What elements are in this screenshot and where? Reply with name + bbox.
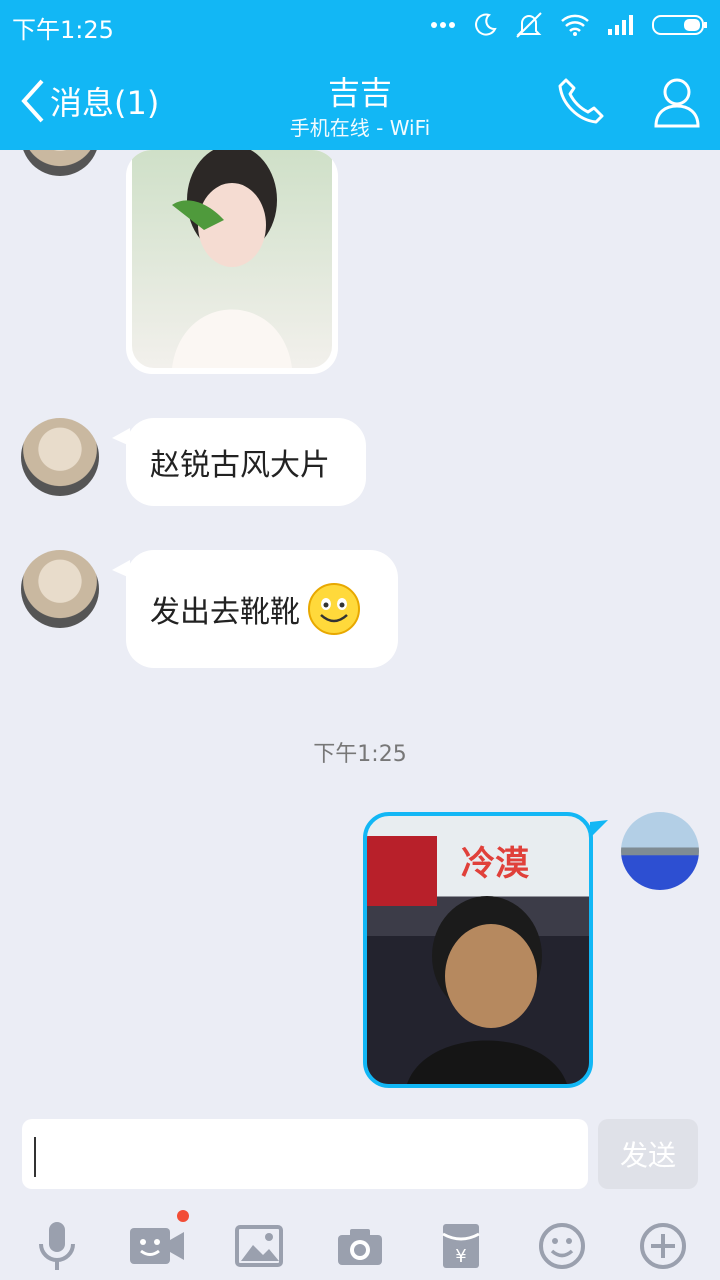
- battery-icon: [652, 15, 707, 35]
- video-icon[interactable]: [127, 1210, 189, 1276]
- red-packet-icon[interactable]: ¥: [431, 1216, 491, 1276]
- image-icon[interactable]: [229, 1216, 289, 1276]
- camera-icon[interactable]: [330, 1216, 390, 1276]
- portrait-image: [172, 150, 292, 368]
- photo-image: [132, 150, 332, 368]
- contact-avatar[interactable]: [21, 150, 99, 176]
- status-bar: 下午1:25: [0, 0, 720, 50]
- composer: 发送 ¥: [0, 1105, 720, 1280]
- text-message[interactable]: 发出去靴靴: [112, 550, 398, 668]
- bubble-tail: [112, 560, 130, 578]
- contact-avatar[interactable]: [21, 418, 99, 496]
- bubble-tail-me: [590, 820, 608, 838]
- contact-avatar[interactable]: [21, 550, 99, 628]
- more-dots-icon: [431, 22, 455, 28]
- message-input[interactable]: [22, 1119, 588, 1189]
- microphone-icon[interactable]: [27, 1216, 87, 1276]
- nav-actions: [556, 76, 702, 128]
- send-button[interactable]: 发送: [598, 1119, 698, 1189]
- top-bar: 下午1:25 消息(1) 吉吉 手机在线 - WiFi: [0, 0, 720, 150]
- bubble-tail: [112, 428, 130, 446]
- plus-icon[interactable]: [633, 1216, 693, 1276]
- composer-toolbar: ¥: [0, 1210, 720, 1280]
- text-caret: [34, 1137, 36, 1177]
- svg-text:¥: ¥: [455, 1246, 466, 1267]
- status-icons: [430, 10, 708, 40]
- message-timestamp: 下午1:25: [313, 742, 407, 767]
- my-avatar[interactable]: [621, 812, 699, 890]
- phone-call-icon[interactable]: [556, 76, 606, 126]
- status-time: 下午1:25: [12, 16, 114, 44]
- mute-icon: [516, 12, 542, 38]
- message-list: 赵锐古风大片 发出去靴靴 下午1:25 冷漠: [0, 150, 720, 1105]
- wifi-icon: [561, 14, 589, 36]
- moon-icon: [475, 13, 497, 36]
- notification-dot: [177, 1210, 189, 1222]
- emoji-icon[interactable]: [532, 1216, 592, 1276]
- image-message-me[interactable]: 冷漠: [363, 812, 593, 1088]
- profile-icon[interactable]: [652, 76, 702, 128]
- message-text: 发出去靴靴: [150, 595, 300, 630]
- message-text: 赵锐古风大片: [150, 448, 330, 483]
- image-caption: 冷漠: [461, 844, 529, 884]
- nav-bar: 消息(1) 吉吉 手机在线 - WiFi: [0, 58, 720, 148]
- image-message-contact[interactable]: [126, 150, 338, 374]
- signal-icon: [608, 15, 633, 35]
- smile-emoji: [308, 583, 360, 635]
- text-message[interactable]: 赵锐古风大片: [112, 418, 366, 506]
